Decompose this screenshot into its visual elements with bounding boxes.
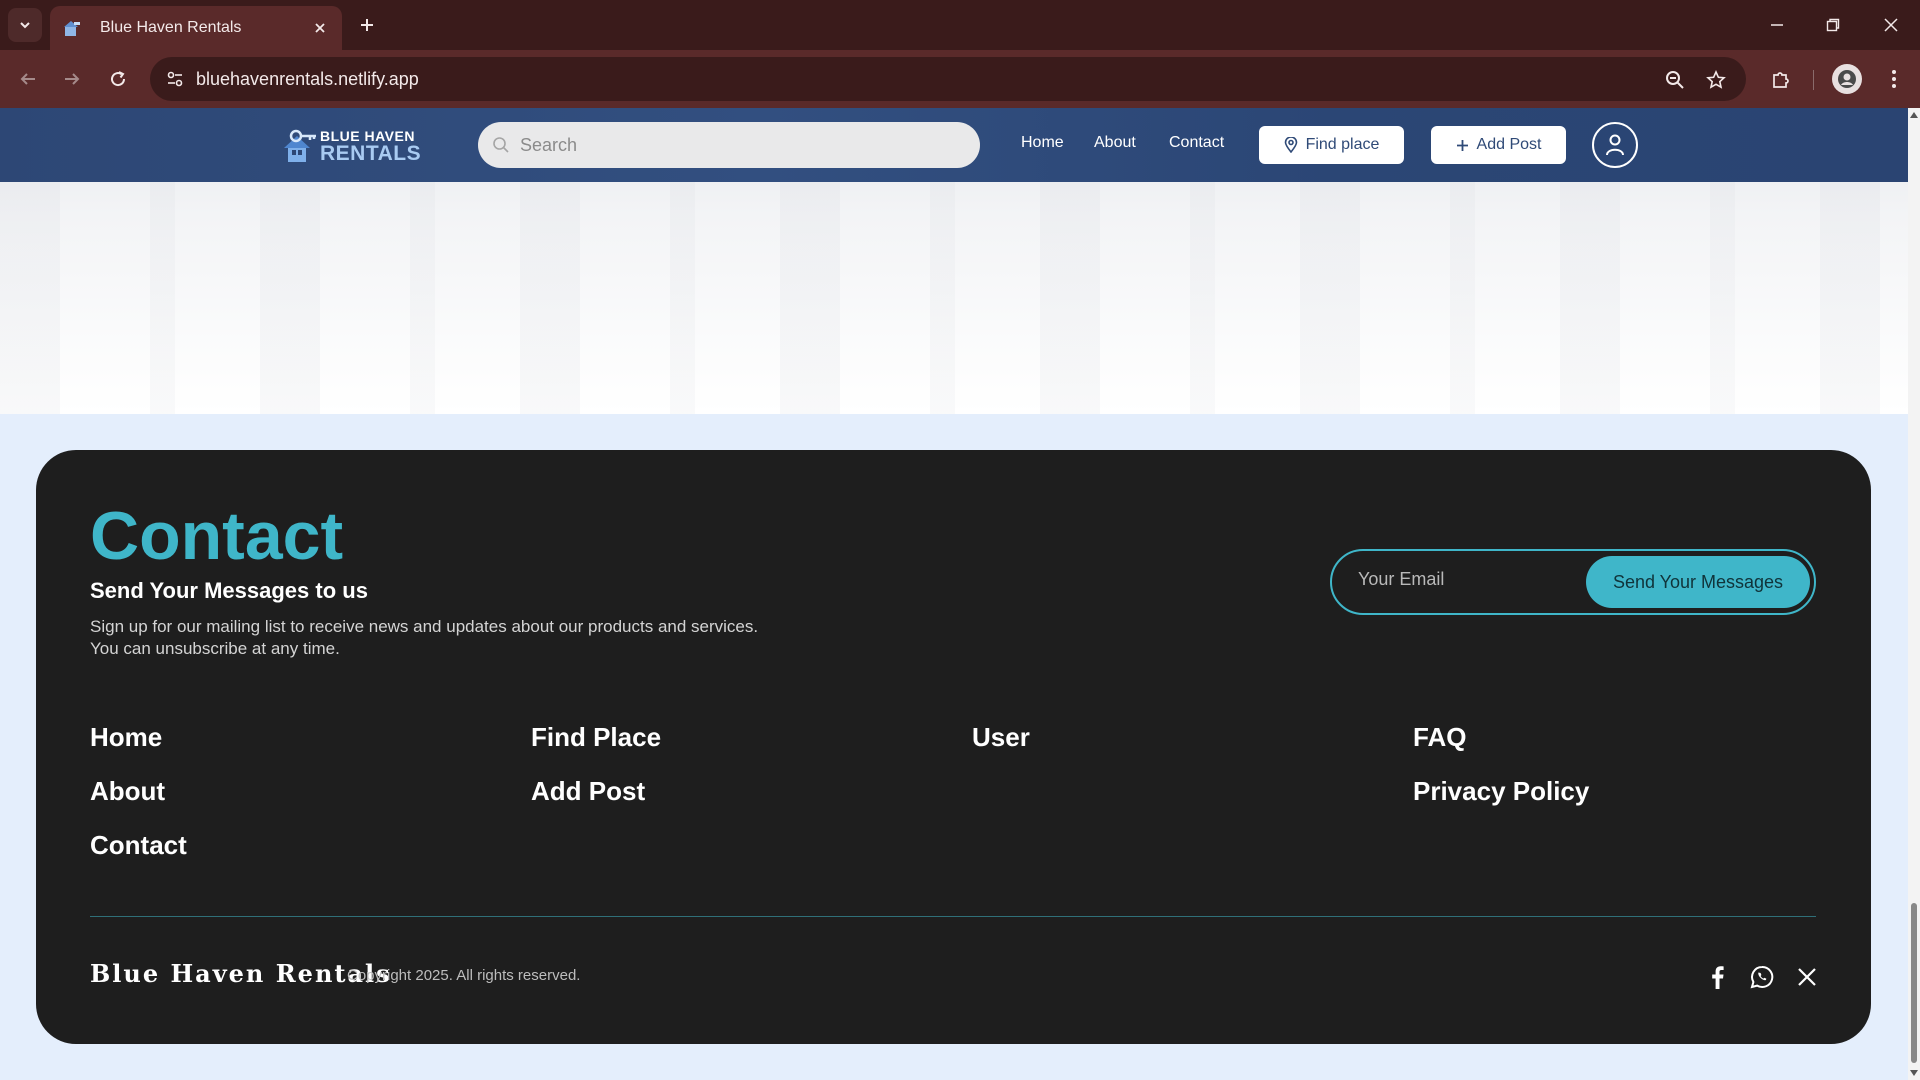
send-messages-button[interactable]: Send Your Messages (1586, 556, 1810, 608)
x-link[interactable] (1792, 962, 1822, 992)
footer-links-column-3: User (972, 722, 1030, 776)
scroll-up-arrow[interactable] (1910, 112, 1918, 118)
minimize-button[interactable] (1760, 8, 1794, 42)
footer-links-column-1: Home About Contact (90, 722, 187, 884)
chevron-down-icon (20, 22, 30, 29)
x-icon (1798, 968, 1816, 986)
minimize-icon (1771, 24, 1783, 26)
site-search-bar[interactable] (478, 122, 980, 168)
site-search-input[interactable] (520, 134, 960, 156)
site-favicon-icon (64, 21, 80, 36)
house-key-logo-icon (284, 129, 316, 162)
scroll-down-arrow[interactable] (1910, 1070, 1918, 1076)
nav-about-link[interactable]: About (1094, 134, 1136, 152)
logo-line-1: BLUE HAVEN (320, 127, 415, 144)
footer-link-privacy-policy[interactable]: Privacy Policy (1413, 776, 1589, 830)
contact-description-line-2: You can unsubscribe at any time. (90, 639, 340, 658)
footer-link-faq[interactable]: FAQ (1413, 722, 1589, 776)
copyright-text: Copyright 2025. All rights reserved. (347, 967, 581, 984)
site-logo[interactable]: BLUE HAVEN RENTALS (282, 128, 428, 164)
address-bar[interactable]: bluehavenrentals.netlify.app (150, 57, 1746, 101)
tune-icon (167, 71, 183, 87)
find-place-button[interactable]: Find place (1259, 126, 1404, 164)
footer-links-column-2: Find Place Add Post (531, 722, 661, 830)
close-icon (1884, 18, 1898, 32)
contact-title: Contact (90, 498, 344, 574)
facebook-icon (1712, 966, 1724, 989)
email-field[interactable] (1358, 569, 1588, 590)
new-tab-button[interactable] (352, 10, 382, 40)
whatsapp-icon (1750, 965, 1774, 989)
contact-subtitle: Send Your Messages to us (90, 578, 368, 603)
arrow-right-icon (65, 73, 80, 85)
user-account-button[interactable] (1592, 122, 1638, 168)
page-scrollbar[interactable] (1908, 108, 1920, 1080)
logo-wordmark: BLUE HAVEN RENTALS (320, 129, 421, 164)
star-icon (1706, 70, 1726, 89)
contact-description: Sign up for our mailing list to receive … (90, 616, 850, 660)
browser-tab-bar: Blue Haven Rentals (0, 0, 1920, 50)
browser-menu-button[interactable] (1878, 63, 1910, 95)
find-place-label: Find place (1305, 136, 1380, 153)
arrow-left-icon (20, 73, 35, 85)
browser-toolbar: bluehavenrentals.netlify.app (0, 50, 1920, 108)
reload-button[interactable] (102, 63, 134, 95)
add-post-label: Add Post (1476, 136, 1542, 153)
bookmark-button[interactable] (1703, 67, 1729, 93)
nav-home-link[interactable]: Home (1021, 134, 1064, 152)
footer-card: Contact Send Your Messages to us Sign up… (36, 450, 1871, 1044)
tab-list-button[interactable] (8, 8, 42, 42)
search-icon (493, 137, 509, 153)
toolbar-divider (1813, 70, 1814, 90)
url-text: bluehavenrentals.netlify.app (196, 69, 419, 89)
whatsapp-link[interactable] (1747, 962, 1777, 992)
contact-description-line-1: Sign up for our mailing list to receive … (90, 617, 759, 636)
restore-icon (1826, 18, 1840, 32)
profile-avatar[interactable] (1832, 64, 1862, 94)
close-icon (315, 23, 325, 33)
page-viewport: BLUE HAVEN RENTALS Home About Contact Fi… (0, 108, 1908, 1080)
browser-tab[interactable]: Blue Haven Rentals (50, 6, 342, 50)
puzzle-icon (1773, 72, 1789, 88)
user-icon (1606, 134, 1624, 156)
site-header: BLUE HAVEN RENTALS Home About Contact Fi… (0, 108, 1908, 182)
footer-link-add-post[interactable]: Add Post (531, 776, 661, 830)
footer-link-about[interactable]: About (90, 776, 187, 830)
back-button[interactable] (12, 63, 44, 95)
site-info-button[interactable] (160, 64, 190, 94)
footer-link-home[interactable]: Home (90, 722, 187, 776)
plus-icon (361, 19, 373, 31)
reload-icon (111, 71, 126, 87)
footer-link-user[interactable]: User (972, 722, 1030, 776)
footer-links-column-4: FAQ Privacy Policy (1413, 722, 1589, 830)
zoom-icon (1666, 71, 1684, 89)
avatar-icon (1838, 70, 1856, 88)
restore-button[interactable] (1816, 8, 1850, 42)
forward-button[interactable] (56, 63, 88, 95)
logo-line-2: RENTALS (320, 141, 422, 165)
add-post-button[interactable]: Add Post (1431, 126, 1566, 164)
footer-divider (90, 916, 1816, 917)
map-pin-icon (1284, 137, 1298, 153)
nav-contact-link[interactable]: Contact (1169, 134, 1224, 152)
close-window-button[interactable] (1874, 8, 1908, 42)
tab-close-button[interactable] (310, 18, 330, 38)
footer-link-find-place[interactable]: Find Place (531, 722, 661, 776)
newsletter-form: Send Your Messages (1330, 549, 1816, 615)
scrollbar-thumb[interactable] (1911, 903, 1917, 1063)
footer-link-contact[interactable]: Contact (90, 830, 187, 884)
tab-title: Blue Haven Rentals (100, 19, 242, 36)
extensions-button[interactable] (1765, 63, 1797, 95)
zoom-button[interactable] (1662, 67, 1688, 93)
more-vert-icon (1892, 70, 1896, 88)
facebook-link[interactable] (1702, 962, 1732, 992)
plus-icon (1456, 139, 1469, 152)
